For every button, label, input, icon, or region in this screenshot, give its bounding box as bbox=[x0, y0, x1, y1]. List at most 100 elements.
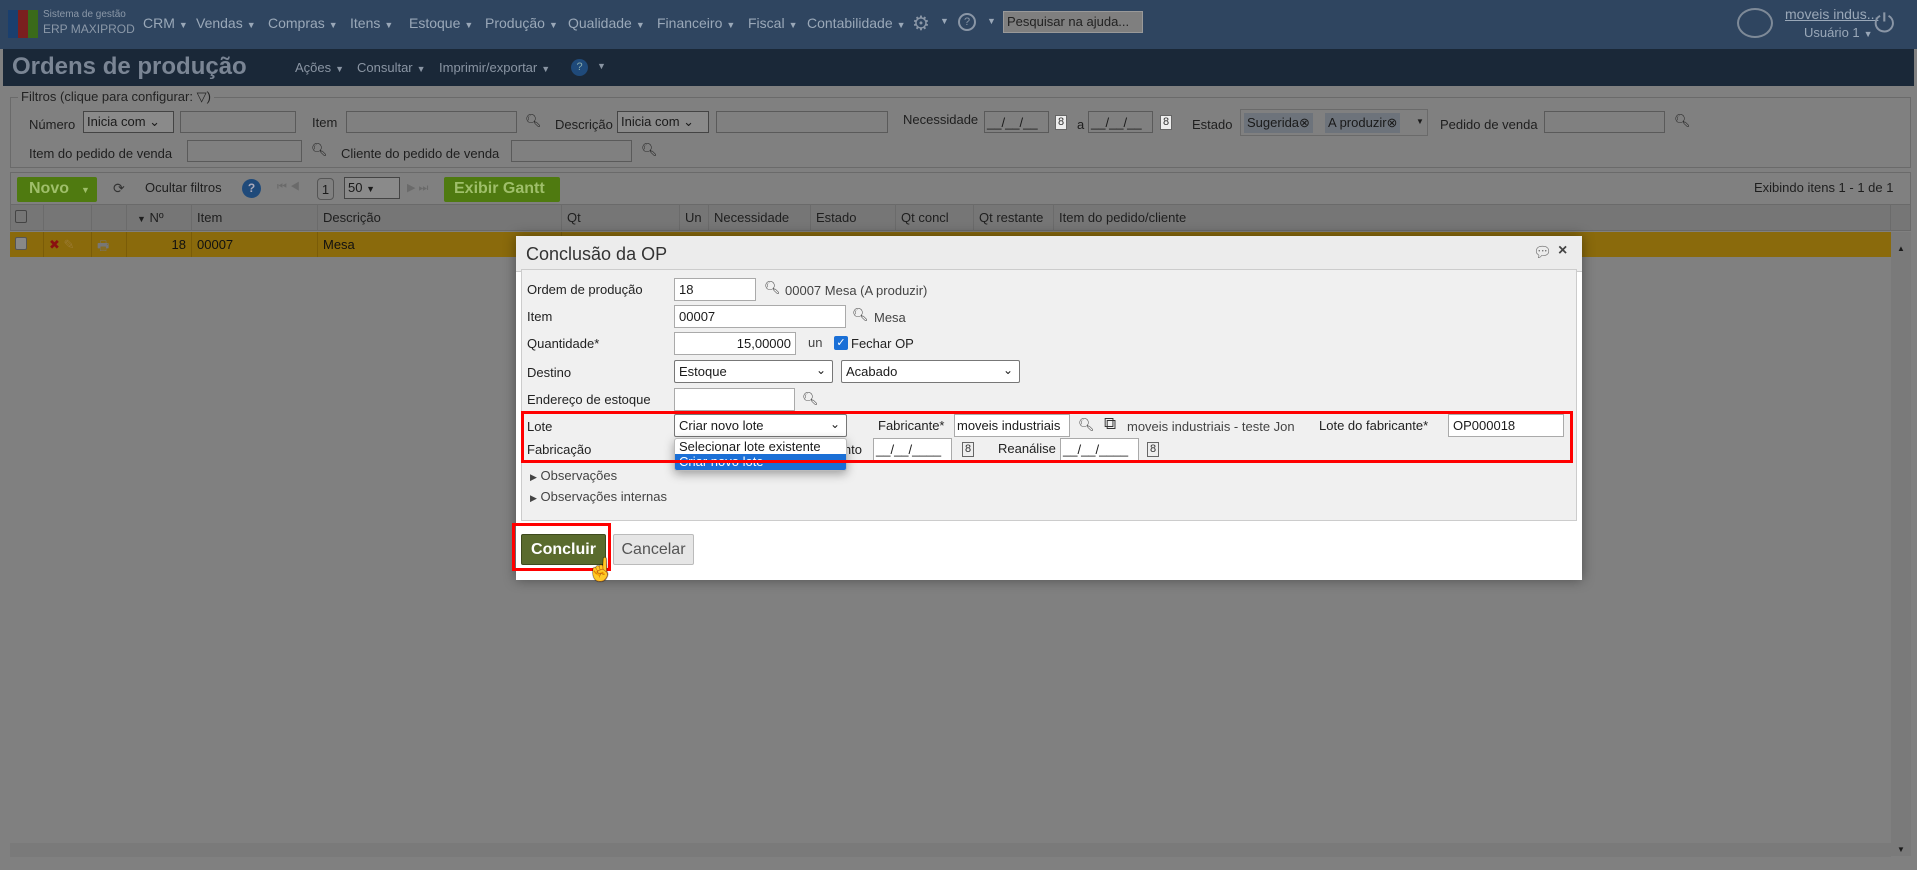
menu-estoque[interactable]: Estoque ▼ bbox=[409, 15, 473, 31]
page-title: Ordens de produção bbox=[12, 53, 247, 80]
first-page-icon[interactable]: ⏮ ◀ bbox=[277, 181, 300, 194]
page-size-select[interactable]: 50 ▼ bbox=[344, 177, 400, 199]
calendar-icon[interactable]: 8 bbox=[1160, 115, 1172, 130]
col-item[interactable]: Item bbox=[192, 204, 318, 231]
help-icon[interactable]: ? bbox=[242, 179, 261, 198]
item-input[interactable]: 00007 bbox=[674, 305, 846, 328]
menu-fiscal[interactable]: Fiscal ▼ bbox=[748, 15, 797, 31]
search-icon[interactable]: 🔍︎ bbox=[1674, 113, 1691, 129]
search-icon[interactable]: 🔍︎ bbox=[525, 113, 542, 129]
last-page-icon[interactable]: ▶ ⏭ bbox=[407, 181, 428, 195]
print-header bbox=[92, 204, 127, 231]
gear-dropdown-icon[interactable]: ▼ bbox=[940, 16, 949, 26]
delete-icon[interactable]: ✖ bbox=[49, 237, 60, 252]
menu-financeiro[interactable]: Financeiro ▼ bbox=[657, 15, 735, 31]
horizontal-scrollbar[interactable] bbox=[10, 843, 1891, 857]
menu-producao[interactable]: Produção ▼ bbox=[485, 15, 558, 31]
observacoes-toggle[interactable]: ▶ Observações bbox=[530, 468, 617, 483]
col-qt-restante[interactable]: Qt restante bbox=[974, 204, 1054, 231]
help-icon[interactable]: ? bbox=[958, 13, 976, 31]
numero-operator-select[interactable]: Inicia com ⌄ bbox=[83, 111, 174, 133]
cancelar-button[interactable]: Cancelar bbox=[613, 534, 694, 565]
refresh-icon[interactable]: ⟳ bbox=[113, 180, 125, 197]
menu-vendas[interactable]: Vendas ▼ bbox=[196, 15, 256, 31]
help-icon[interactable]: ? bbox=[571, 59, 588, 76]
row-item: 00007 bbox=[192, 232, 318, 257]
col-numero[interactable]: ▼ Nº bbox=[127, 204, 192, 231]
destino-sub-select[interactable]: Acabado ⌄ bbox=[841, 360, 1020, 383]
col-item-pedido[interactable]: Item do pedido/cliente bbox=[1054, 204, 1891, 231]
print-icon[interactable]: 🖶 bbox=[92, 232, 127, 257]
menu-compras[interactable]: Compras ▼ bbox=[268, 15, 338, 31]
search-icon[interactable]: 🔍︎ bbox=[802, 391, 819, 407]
fechar-op-checkbox[interactable]: ✓ bbox=[834, 336, 848, 350]
descricao-operator-select[interactable]: Inicia com ⌄ bbox=[617, 111, 709, 133]
col-estado[interactable]: Estado bbox=[811, 204, 896, 231]
destino-select[interactable]: Estoque ⌄ bbox=[674, 360, 833, 383]
item-input[interactable] bbox=[346, 111, 517, 133]
menu-contabilidade[interactable]: Contabilidade ▼ bbox=[807, 15, 906, 31]
vertical-scrollbar[interactable]: ▲ ▼ bbox=[1891, 232, 1911, 856]
menu-itens[interactable]: Itens ▼ bbox=[350, 15, 393, 31]
help-search-input[interactable]: Pesquisar na ajuda... bbox=[1003, 11, 1143, 33]
numero-input[interactable] bbox=[180, 111, 296, 133]
page-header: Ordens de produção Ações ▼ Consultar ▼ Imp… bbox=[3, 49, 1914, 86]
item-pedido-input[interactable] bbox=[187, 140, 302, 162]
col-un[interactable]: Un bbox=[680, 204, 709, 231]
select-all-checkbox[interactable] bbox=[10, 204, 44, 231]
menu-crm[interactable]: CRM ▼ bbox=[143, 15, 188, 31]
chat-icon[interactable] bbox=[1737, 8, 1773, 38]
necessidade-label: Necessidade bbox=[903, 112, 979, 127]
page-number[interactable]: 1 bbox=[317, 178, 334, 200]
pagination-summary: Exibindo itens 1 - 1 de 1 bbox=[1754, 180, 1894, 195]
help-dropdown-icon[interactable]: ▼ bbox=[597, 61, 606, 71]
menu-acoes[interactable]: Ações ▼ bbox=[295, 60, 344, 75]
cliente-pedido-label: Cliente do pedido de venda bbox=[341, 146, 500, 161]
menu-consultar[interactable]: Consultar ▼ bbox=[357, 60, 426, 75]
descricao-input[interactable] bbox=[716, 111, 888, 133]
necessidade-to-input[interactable]: __/__/__ bbox=[1088, 111, 1153, 133]
search-icon[interactable]: 🔍︎ bbox=[852, 307, 869, 323]
col-qt[interactable]: Qt bbox=[562, 204, 680, 231]
comment-icon[interactable]: 💬︎ bbox=[1533, 243, 1552, 261]
chip-sugerida[interactable]: Sugerida⊗ bbox=[1244, 113, 1313, 133]
user-menu[interactable]: Usuário 1 ▼ bbox=[1804, 25, 1873, 40]
dialog-title: Conclusão da OP bbox=[526, 244, 668, 264]
close-icon[interactable]: × bbox=[1558, 242, 1567, 260]
search-icon[interactable]: 🔍︎ bbox=[311, 142, 328, 158]
help-dropdown-icon[interactable]: ▼ bbox=[987, 16, 996, 26]
chevron-down-icon[interactable]: ▼ bbox=[81, 185, 90, 195]
col-necessidade[interactable]: Necessidade bbox=[709, 204, 811, 231]
fechar-op-label: Fechar OP bbox=[851, 336, 914, 351]
caret-right-icon: ▶ bbox=[530, 493, 537, 503]
observacoes-internas-toggle[interactable]: ▶ Observações internas bbox=[530, 489, 667, 504]
exibir-gantt-button[interactable]: Exibir Gantt bbox=[444, 177, 560, 202]
menu-qualidade[interactable]: Qualidade ▼ bbox=[568, 15, 645, 31]
search-icon[interactable]: 🔍︎ bbox=[641, 142, 658, 158]
edit-icon[interactable]: ✎ bbox=[64, 237, 75, 252]
calendar-icon[interactable]: 8 bbox=[1055, 115, 1067, 130]
endereco-input[interactable] bbox=[674, 388, 795, 411]
quantidade-input[interactable]: 15,00000 bbox=[674, 332, 796, 355]
necessidade-from-input[interactable]: __/__/__ bbox=[984, 111, 1049, 133]
company-link[interactable]: moveis indus... bbox=[1785, 6, 1878, 22]
estado-multiselect[interactable]: Sugerida⊗ A produzir⊗ ▼ bbox=[1240, 109, 1428, 136]
col-qt-concl[interactable]: Qt concl bbox=[896, 204, 974, 231]
ordem-input[interactable]: 18 bbox=[674, 278, 756, 301]
chip-a-produzir[interactable]: A produzir⊗ bbox=[1325, 113, 1401, 133]
hand-cursor-icon: ☝ bbox=[587, 557, 615, 582]
power-icon[interactable]: ⏻ bbox=[1874, 8, 1895, 40]
search-icon[interactable]: 🔍︎ bbox=[764, 280, 781, 296]
ocultar-filtros-button[interactable]: Ocultar filtros bbox=[145, 180, 222, 195]
novo-button[interactable]: Novo ▼ bbox=[17, 177, 97, 202]
menu-imprimir[interactable]: Imprimir/exportar ▼ bbox=[439, 60, 550, 75]
row-checkbox[interactable] bbox=[10, 232, 44, 257]
filters-legend[interactable]: Filtros (clique para configurar: ▽) bbox=[18, 89, 214, 105]
cliente-pedido-input[interactable] bbox=[511, 140, 632, 162]
chevron-down-icon[interactable]: ▼ bbox=[1416, 117, 1424, 126]
descricao-label: Descrição bbox=[555, 117, 613, 132]
gear-icon[interactable]: ⚙ bbox=[912, 11, 930, 36]
ordem-label: Ordem de produção bbox=[527, 282, 643, 297]
pedido-venda-input[interactable] bbox=[1544, 111, 1665, 133]
col-descricao[interactable]: Descrição bbox=[318, 204, 562, 231]
